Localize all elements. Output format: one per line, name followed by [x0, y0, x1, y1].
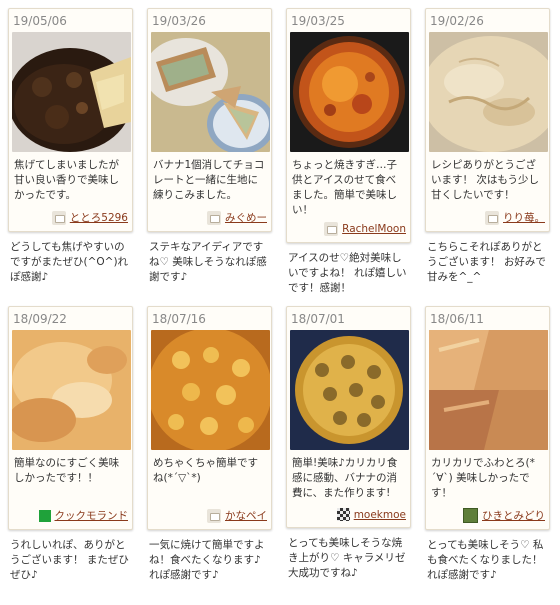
repo-user-name[interactable]: moekmoe: [354, 509, 406, 521]
caramelized-pan-cake-photo[interactable]: [290, 32, 409, 152]
repo-card[interactable]: 19/03/25 ちょっと焼きすぎ…子供とアイスのせて食べました。簡単で美味しい…: [286, 8, 411, 243]
repo-item: 18/07/16 めちゃくちゃ簡単ですね(*´▽`*) かなペイ 一気に焼けて簡…: [147, 306, 272, 598]
repo-user-name[interactable]: ひきとみどり: [482, 508, 545, 523]
repo-user-name[interactable]: かなペイ: [225, 508, 267, 523]
author-reply: うれしいれぽ、ありがとうございます！ またぜひぜひ♪: [10, 539, 129, 581]
repo-item: 18/06/11 カリカリでふわとろ(*´∀`) 美味しかったです！ ひきとみど…: [425, 306, 550, 598]
repo-date: 19/03/25: [291, 14, 345, 28]
banana-slices-pan-cake-photo[interactable]: [290, 330, 409, 450]
repo-description: カリカリでふわとろ(*´∀`) 美味しかったです！: [431, 457, 535, 499]
repo-date: 18/07/01: [291, 312, 345, 326]
dark-burnt-cake-photo[interactable]: [12, 32, 131, 152]
repo-user-name[interactable]: みぐめー: [225, 210, 267, 225]
sliced-cake-tray-photo[interactable]: [429, 330, 548, 450]
repo-item: 18/09/22 簡単なのにすごく美味しかったです！！ クックモランド うれしい…: [8, 306, 133, 598]
repo-user-name[interactable]: ととろ5296: [70, 210, 128, 225]
repo-card[interactable]: 19/05/06 焦げてしまいましたが甘い良い香りで美味しかったです。 ととろ5…: [8, 8, 133, 232]
repo-card[interactable]: 19/03/26 バナナ1個消してチョコレートと一緒に生地に練りこみました。 み…: [147, 8, 272, 232]
repo-user[interactable]: みぐめー: [148, 206, 271, 225]
author-reply: とっても美味しそうな焼き上がり♡ キャラメリゼ大成功ですね♪: [288, 537, 406, 579]
repo-item: 19/03/25 ちょっと焼きすぎ…子供とアイスのせて食べました。簡単で美味しい…: [286, 8, 411, 306]
repo-description: レシピありがとうございます！ 次はもう少し甘くしたいです！: [431, 159, 540, 201]
repo-user[interactable]: かなペイ: [148, 504, 271, 523]
repo-description: 簡単!美味♪カリカリ食感に感動、バナナの消費に、また作ります!: [292, 457, 398, 499]
repo-date: 19/02/26: [430, 14, 484, 28]
repo-description: 焦げてしまいましたが甘い良い香りで美味しかったです。: [14, 159, 119, 201]
repo-description: めちゃくちゃ簡単ですね(*´▽`*): [153, 457, 258, 484]
repo-user[interactable]: クックモランド: [9, 504, 132, 523]
pattern-avatar-icon: [336, 508, 350, 521]
repo-date: 18/06/11: [430, 312, 484, 326]
repo-card[interactable]: 18/09/22 簡単なのにすごく美味しかったです！！ クックモランド: [8, 306, 133, 530]
repo-card[interactable]: 18/06/11 カリカリでふわとろ(*´∀`) 美味しかったです！ ひきとみど…: [425, 306, 550, 530]
green-square-icon: [38, 509, 51, 522]
pale-cake-closeup-photo[interactable]: [429, 32, 548, 152]
author-reply: ステキなアイディアですね♡ 美味しそうなれぽ感謝です♪: [149, 241, 267, 283]
default-user-icon: [324, 222, 339, 236]
default-user-icon: [207, 210, 221, 225]
default-user-icon: [51, 210, 66, 225]
repo-date: 19/03/26: [152, 14, 206, 28]
author-reply: こちらこそれぽありがとうございます！ お好みで甘みを^_^: [427, 241, 546, 283]
repo-user-name[interactable]: クックモランド: [55, 508, 129, 523]
author-reply: アイスのせ♡絶対美味しいですよね！ れぽ嬉しいです！感謝！: [288, 252, 407, 294]
author-reply: とっても美味しそう♡ 私も食べたくなりました！ れぽ感謝です♪: [427, 539, 544, 581]
repo-card[interactable]: 18/07/16 めちゃくちゃ簡単ですね(*´▽`*) かなペイ: [147, 306, 272, 530]
repo-date: 18/07/16: [152, 312, 206, 326]
repo-user-name[interactable]: りり苺。: [503, 210, 545, 225]
default-user-icon: [207, 508, 221, 523]
repo-card[interactable]: 19/02/26 レシピありがとうございます！ 次はもう少し甘くしたいです！ り…: [425, 8, 550, 232]
repo-description: 簡単なのにすごく美味しかったです！！: [14, 457, 120, 484]
repo-grid: 19/05/06 焦げてしまいましたが甘い良い香りで美味しかったです。 ととろ5…: [8, 8, 550, 598]
banana-topped-cake-photo[interactable]: [151, 330, 270, 450]
photo-avatar-icon: [463, 508, 478, 523]
author-reply: どうしても焦げやすいのですがまたぜひ(^O^)れぽ感謝♪: [10, 241, 129, 283]
author-reply: 一気に焼けて簡単ですよね！食べたくなります♪れぽ感謝です♪: [149, 539, 265, 581]
sliced-cake-plates-photo[interactable]: [151, 32, 270, 152]
repo-item: 19/05/06 焦げてしまいましたが甘い良い香りで美味しかったです。 ととろ5…: [8, 8, 133, 306]
repo-date: 19/05/06: [13, 14, 67, 28]
repo-user[interactable]: moekmoe: [287, 504, 410, 521]
repo-user[interactable]: ととろ5296: [9, 206, 132, 225]
repo-card[interactable]: 18/07/01 簡単!美味♪カリカリ食感に感動、バナナの消費に、また作ります!: [286, 306, 411, 528]
repo-item: 19/03/26 バナナ1個消してチョコレートと一緒に生地に練りこみました。 み…: [147, 8, 272, 306]
repo-user[interactable]: ひきとみどり: [426, 504, 549, 523]
repo-description: バナナ1個消してチョコレートと一緒に生地に練りこみました。: [153, 159, 265, 201]
repo-date: 18/09/22: [13, 312, 67, 326]
default-user-icon: [485, 210, 499, 225]
repo-item: 18/07/01 簡単!美味♪カリカリ食感に感動、バナナの消費に、また作ります!: [286, 306, 411, 598]
repo-item: 19/02/26 レシピありがとうございます！ 次はもう少し甘くしたいです！ り…: [425, 8, 550, 306]
golden-cake-closeup-photo[interactable]: [12, 330, 131, 450]
repo-user[interactable]: りり苺。: [426, 206, 549, 225]
repo-description: ちょっと焼きすぎ…子供とアイスのせて食べました。簡単で美味しい！: [292, 159, 397, 216]
repo-user-name[interactable]: RachelMoon: [342, 223, 406, 235]
repo-user[interactable]: RachelMoon: [287, 218, 410, 236]
